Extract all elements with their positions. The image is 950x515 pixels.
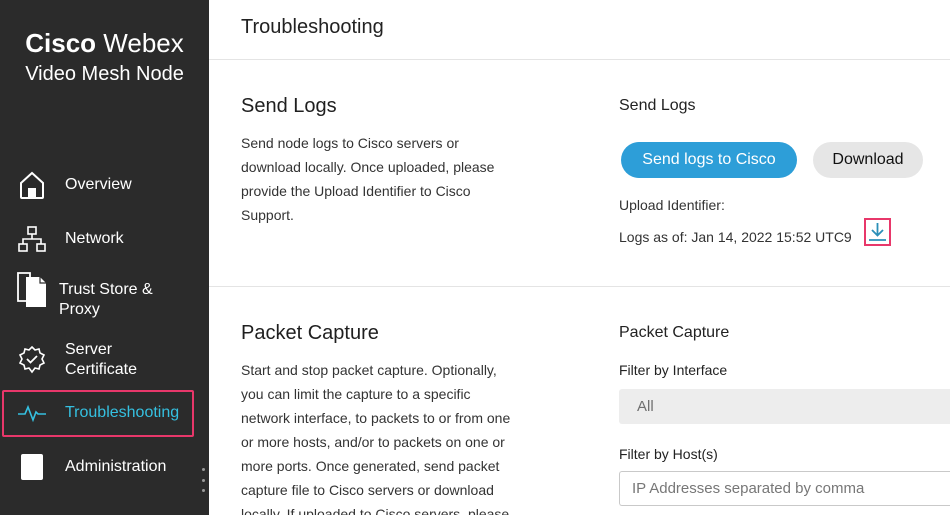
divider <box>209 59 950 60</box>
network-icon <box>16 223 48 255</box>
description-line: network interface, to packets to or from… <box>241 410 511 426</box>
brand-name-bold: Cisco <box>25 28 97 58</box>
home-icon <box>16 169 48 201</box>
sidebar-item-overview[interactable]: Overview <box>0 169 209 201</box>
description-line: capture file to Cisco servers or downloa… <box>241 482 494 498</box>
packet-capture-description: Start and stop packet capture. Optionall… <box>241 358 541 515</box>
description-line: more ports. Once generated, send packet <box>241 458 500 474</box>
send-logs-description: Send node logs to Cisco servers or downl… <box>241 131 521 227</box>
packet-capture-panel-title: Packet Capture <box>619 324 730 341</box>
brand-name-light: Webex <box>103 28 184 58</box>
sidebar-item-label-line1: Trust Store & <box>59 281 153 298</box>
download-button[interactable]: Download <box>813 142 923 178</box>
logs-timestamp: Logs as of: Jan 14, 2022 15:52 UTC9 <box>619 229 852 245</box>
certificate-badge-icon <box>16 344 48 376</box>
description-line: you can limit the capture to a specific <box>241 386 471 402</box>
description-line: Start and stop packet capture. Optionall… <box>241 362 497 378</box>
filter-interface-label: Filter by Interface <box>619 362 728 378</box>
sidebar-item-label-line2: Certificate <box>65 361 138 378</box>
resize-handle[interactable] <box>200 468 206 492</box>
sidebar-item-label-line2: Proxy <box>59 301 100 318</box>
pulse-icon <box>16 397 48 429</box>
sidebar-item-trust-store[interactable]: Trust Store & Proxy <box>0 272 209 320</box>
send-logs-panel-title: Send Logs <box>619 97 696 114</box>
sidebar-item-label: Server Certificate <box>65 340 137 380</box>
filter-interface-select[interactable]: All <box>619 389 950 424</box>
main-content: Troubleshooting Send Logs Send node logs… <box>209 0 950 515</box>
filter-hosts-input[interactable] <box>619 471 950 506</box>
sidebar-item-server-certificate[interactable]: Server Certificate <box>0 340 209 380</box>
description-line: download locally. Once uploaded, please <box>241 159 495 175</box>
sidebar-item-troubleshooting[interactable]: Troubleshooting <box>0 397 209 429</box>
sidebar-item-label-line1: Server <box>65 341 113 358</box>
description-line: Support. <box>241 207 294 223</box>
brand-product: Video Mesh Node <box>25 63 184 85</box>
sidebar: Cisco Webex Video Mesh Node Overview Net… <box>0 0 209 515</box>
description-line: provide the Upload Identifier to Cisco <box>241 183 471 199</box>
sidebar-item-administration[interactable]: Administration <box>0 451 209 483</box>
send-logs-button[interactable]: Send logs to Cisco <box>621 142 797 178</box>
sidebar-item-label: Network <box>65 230 124 247</box>
description-line: or more hosts, and/or to packets on one … <box>241 434 505 450</box>
description-line: locally. If uploaded to Cisco servers, p… <box>241 506 510 515</box>
documents-icon <box>16 272 48 307</box>
divider <box>209 286 950 287</box>
sidebar-item-network[interactable]: Network <box>0 223 209 255</box>
brand-logo: Cisco Webex Video Mesh Node <box>0 28 209 89</box>
filter-hosts-label: Filter by Host(s) <box>619 446 718 462</box>
page-title: Troubleshooting <box>241 16 384 38</box>
packet-capture-section-title: Packet Capture <box>241 322 379 344</box>
sidebar-item-label: Overview <box>65 176 132 193</box>
download-logs-icon[interactable] <box>864 218 891 246</box>
upload-identifier-label: Upload Identifier: <box>619 197 725 213</box>
sidebar-item-label: Trust Store & Proxy <box>59 280 153 320</box>
description-line: Send node logs to Cisco servers or <box>241 135 459 151</box>
sidebar-item-label: Administration <box>65 458 167 475</box>
send-logs-section-title: Send Logs <box>241 95 337 117</box>
device-icon <box>16 451 48 483</box>
sidebar-item-label: Troubleshooting <box>65 404 180 421</box>
